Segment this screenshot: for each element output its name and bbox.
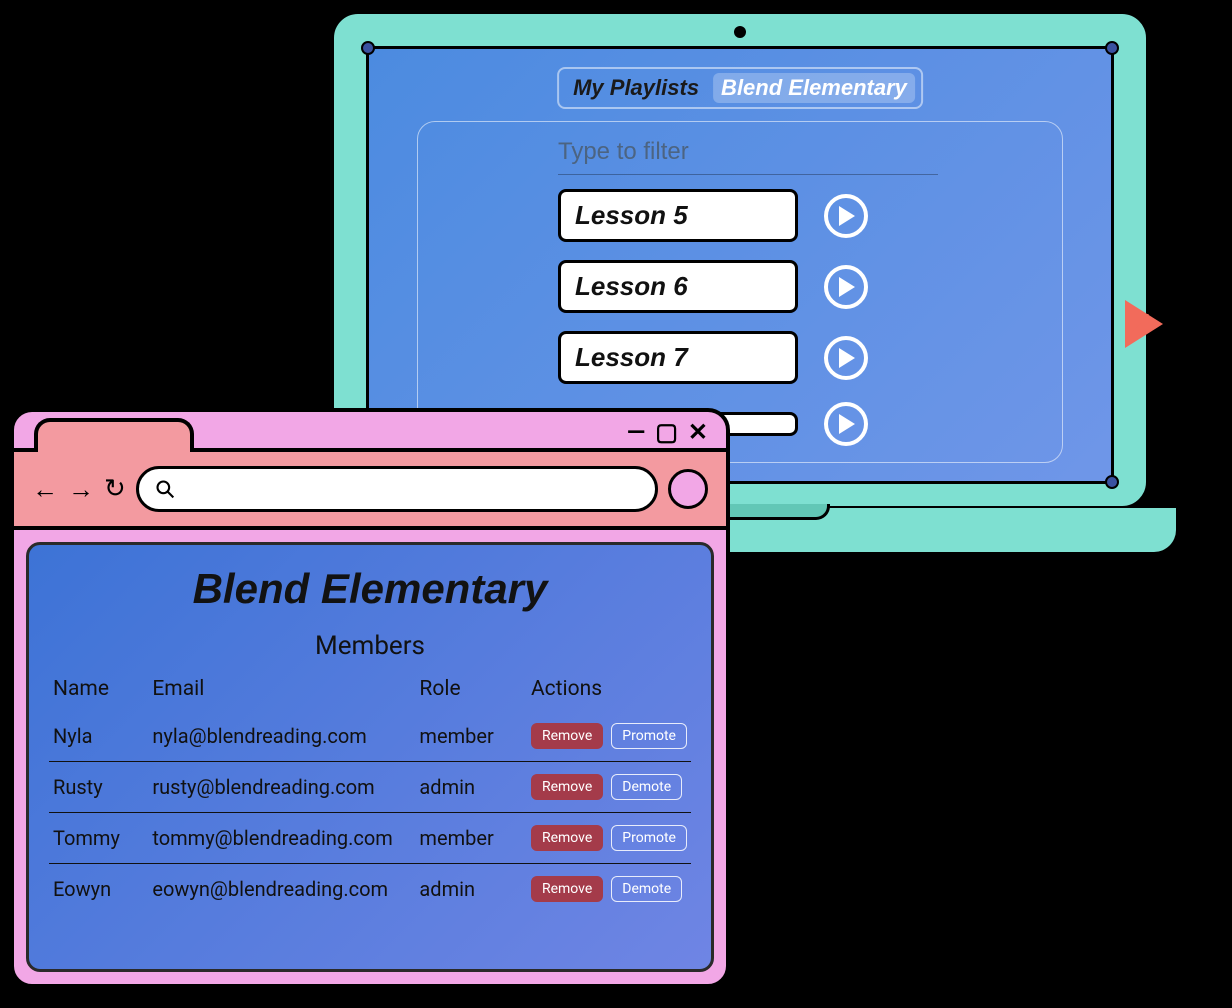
- member-role: admin: [415, 762, 527, 813]
- demote-button[interactable]: Demote: [611, 774, 682, 800]
- browser-window: — ▢ ✕ ← → ↻ Blend Elementary Members Nam…: [10, 408, 730, 988]
- lesson-row: Lesson 6: [558, 260, 1052, 313]
- member-name: Eowyn: [49, 864, 148, 915]
- lesson-chip[interactable]: Lesson 5: [558, 189, 798, 242]
- lesson-chip[interactable]: Lesson 6: [558, 260, 798, 313]
- member-name: Rusty: [49, 762, 148, 813]
- screen-pin-icon: [1105, 41, 1119, 55]
- lesson-row: Lesson 7: [558, 331, 1052, 384]
- members-table: Name Email Role Actions Nylanyla@blendre…: [49, 671, 691, 914]
- col-role: Role: [415, 671, 527, 711]
- promote-button[interactable]: Promote: [611, 723, 687, 749]
- playlist-tabs: My Playlists Blend Elementary: [557, 67, 923, 109]
- browser-tabbar: — ▢ ✕: [14, 412, 726, 448]
- member-role: member: [415, 711, 527, 762]
- close-icon[interactable]: ✕: [688, 418, 708, 446]
- member-role: admin: [415, 864, 527, 915]
- page-content: Blend Elementary Members Name Email Role…: [26, 542, 714, 972]
- member-email: eowyn@blendreading.com: [148, 864, 415, 915]
- table-row: Eowyneowyn@blendreading.comadminRemove De…: [49, 864, 691, 915]
- screen-pin-icon: [361, 41, 375, 55]
- play-icon[interactable]: [824, 336, 868, 380]
- search-icon: [155, 479, 175, 499]
- go-button[interactable]: [668, 469, 708, 509]
- reload-icon[interactable]: ↻: [104, 474, 126, 504]
- window-controls: — ▢ ✕: [627, 418, 708, 446]
- address-bar: [136, 466, 658, 512]
- browser-tab[interactable]: [34, 418, 194, 452]
- table-row: Tommytommy@blendreading.commemberRemove P…: [49, 813, 691, 864]
- tab-my-playlists[interactable]: My Playlists: [565, 73, 707, 103]
- col-email: Email: [148, 671, 415, 711]
- table-row: Nylanyla@blendreading.commemberRemove Pro…: [49, 711, 691, 762]
- minimize-icon[interactable]: —: [627, 418, 645, 446]
- member-actions: Remove Promote: [527, 711, 691, 762]
- member-actions: Remove Promote: [527, 813, 691, 864]
- col-name: Name: [49, 671, 148, 711]
- lesson-chip[interactable]: Lesson 7: [558, 331, 798, 384]
- filter-input[interactable]: [558, 138, 938, 166]
- table-row: Rustyrusty@blendreading.comadminRemove De…: [49, 762, 691, 813]
- play-icon[interactable]: [824, 194, 868, 238]
- promote-button[interactable]: Promote: [611, 825, 687, 851]
- play-icon[interactable]: [824, 402, 868, 446]
- play-icon[interactable]: [824, 265, 868, 309]
- demote-button[interactable]: Demote: [611, 876, 682, 902]
- cursor-arrow-icon: [1125, 300, 1163, 348]
- screen-pin-icon: [1105, 475, 1119, 489]
- address-input[interactable]: [187, 479, 639, 500]
- forward-icon[interactable]: →: [68, 474, 94, 505]
- tab-blend-elementary[interactable]: Blend Elementary: [713, 73, 915, 103]
- member-actions: Remove Demote: [527, 864, 691, 915]
- camera-dot: [734, 26, 746, 38]
- remove-button[interactable]: Remove: [531, 774, 603, 800]
- member-role: member: [415, 813, 527, 864]
- member-name: Tommy: [49, 813, 148, 864]
- lesson-row: Lesson 5: [558, 189, 1052, 242]
- section-title: Members: [49, 631, 691, 661]
- col-actions: Actions: [527, 671, 691, 711]
- filter-row: [558, 136, 938, 175]
- member-email: nyla@blendreading.com: [148, 711, 415, 762]
- member-name: Nyla: [49, 711, 148, 762]
- remove-button[interactable]: Remove: [531, 876, 603, 902]
- remove-button[interactable]: Remove: [531, 825, 603, 851]
- member-email: rusty@blendreading.com: [148, 762, 415, 813]
- page-title: Blend Elementary: [49, 559, 691, 631]
- member-email: tommy@blendreading.com: [148, 813, 415, 864]
- back-icon[interactable]: ←: [32, 474, 58, 505]
- remove-button[interactable]: Remove: [531, 723, 603, 749]
- maximize-icon[interactable]: ▢: [655, 418, 678, 446]
- member-actions: Remove Demote: [527, 762, 691, 813]
- browser-toolbar: ← → ↻: [14, 448, 726, 530]
